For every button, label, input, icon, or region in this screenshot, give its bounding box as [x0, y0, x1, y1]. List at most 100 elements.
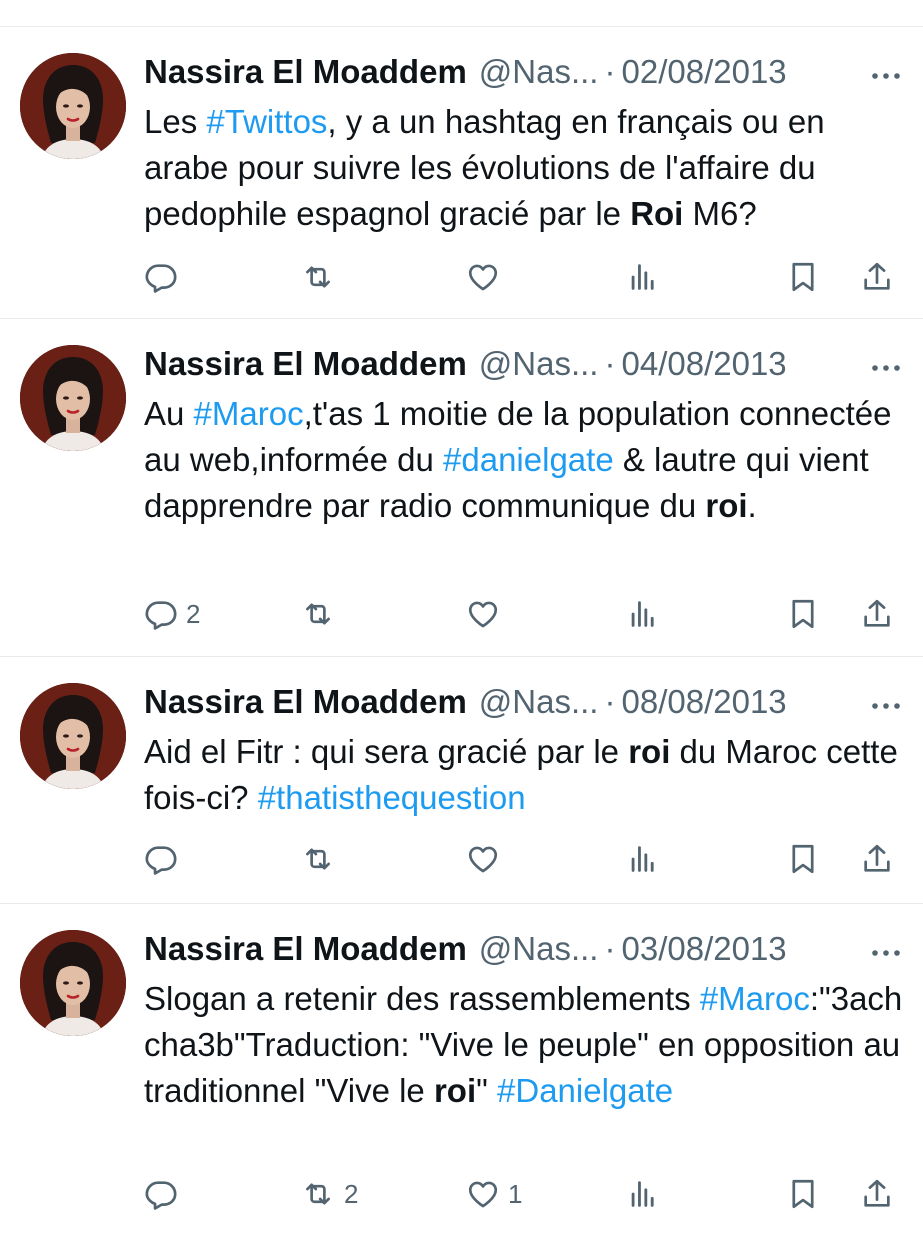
- hashtag-link[interactable]: #Maroc: [700, 980, 810, 1017]
- tweet[interactable]: Nassira El Moaddem @Nas... · 03/08/2013 …: [0, 904, 923, 1234]
- tweet-actions: [144, 837, 904, 881]
- author-handle[interactable]: @Nas...: [479, 53, 599, 91]
- views-icon: [626, 260, 660, 294]
- author-name[interactable]: Nassira El Moaddem: [144, 930, 467, 968]
- views-button[interactable]: [626, 1172, 660, 1216]
- reply-button[interactable]: [144, 1172, 186, 1216]
- reply-button[interactable]: 2: [144, 592, 200, 636]
- retweet-button[interactable]: [300, 255, 344, 299]
- tweet-text-segment: .: [747, 487, 757, 524]
- views-button[interactable]: [626, 837, 660, 881]
- tweet-text-segment: M6?: [683, 195, 757, 232]
- separator-dot: ·: [604, 683, 616, 720]
- separator-dot: ·: [604, 345, 616, 382]
- share-icon: [860, 842, 894, 876]
- hashtag-link[interactable]: #Maroc: [194, 395, 304, 432]
- like-icon: [466, 842, 500, 876]
- bookmark-button[interactable]: [786, 592, 820, 636]
- more-icon[interactable]: [868, 59, 904, 85]
- avatar[interactable]: [20, 683, 126, 789]
- share-icon: [860, 597, 894, 631]
- bookmark-button[interactable]: [786, 837, 820, 881]
- author-name[interactable]: Nassira El Moaddem: [144, 683, 467, 721]
- tweet-date[interactable]: 03/08/2013: [621, 930, 786, 968]
- tweet[interactable]: Nassira El Moaddem @Nas... · 02/08/2013 …: [0, 27, 923, 319]
- hashtag-link[interactable]: #Twittos: [206, 103, 327, 140]
- tweet-header: Nassira El Moaddem @Nas... · 02/08/2013: [144, 49, 904, 95]
- tweet[interactable]: Nassira El Moaddem @Nas... · 04/08/2013 …: [0, 319, 923, 657]
- bookmark-icon: [786, 597, 820, 631]
- tweet-actions: 2: [144, 592, 904, 636]
- author-name[interactable]: Nassira El Moaddem: [144, 345, 467, 383]
- author-name[interactable]: Nassira El Moaddem: [144, 53, 467, 91]
- tweet-text-segment: ": [476, 1072, 498, 1109]
- hashtag-link[interactable]: #thatisthequestion: [258, 779, 526, 816]
- tweet-text: Au #Maroc,t'as 1 moitie de la population…: [144, 391, 904, 529]
- highlighted-word: roi: [433, 1072, 477, 1109]
- retweet-icon: [300, 260, 336, 294]
- tweet-header: Nassira El Moaddem @Nas... · 08/08/2013: [144, 679, 904, 725]
- tweet-text: Slogan a retenir des rassemblements #Mar…: [144, 976, 904, 1114]
- tweet-text-segment: Au: [144, 395, 194, 432]
- avatar[interactable]: [20, 53, 126, 159]
- like-icon: [466, 1177, 500, 1211]
- highlighted-word: roi: [628, 733, 671, 770]
- tweet-date[interactable]: 08/08/2013: [621, 683, 786, 721]
- tweet-text-segment: Slogan a retenir des rassemblements: [144, 980, 700, 1017]
- hashtag-link[interactable]: #danielgate: [443, 441, 614, 478]
- tweet-date[interactable]: 02/08/2013: [621, 53, 786, 91]
- author-handle[interactable]: @Nas...: [479, 345, 599, 383]
- author-handle[interactable]: @Nas...: [479, 683, 599, 721]
- avatar[interactable]: [20, 930, 126, 1036]
- views-icon: [626, 597, 660, 631]
- retweet-icon: [300, 1177, 336, 1211]
- reply-icon: [144, 842, 178, 876]
- share-button[interactable]: [860, 592, 894, 636]
- retweet-button[interactable]: [300, 592, 344, 636]
- reply-button[interactable]: [144, 255, 186, 299]
- views-button[interactable]: [626, 255, 660, 299]
- more-icon[interactable]: [868, 351, 904, 377]
- reply-count: 2: [186, 598, 201, 629]
- tweet-text: Les #Twittos, y a un hashtag en français…: [144, 99, 904, 237]
- share-icon: [860, 1177, 894, 1211]
- bookmark-icon: [786, 842, 820, 876]
- tweet-header: Nassira El Moaddem @Nas... · 04/08/2013: [144, 341, 904, 387]
- like-icon: [466, 597, 500, 631]
- bookmark-button[interactable]: [786, 255, 820, 299]
- tweet-actions: 2 1: [144, 1172, 904, 1216]
- more-icon[interactable]: [868, 936, 904, 962]
- hashtag-link[interactable]: #Danielgate: [497, 1072, 673, 1109]
- tweet-date[interactable]: 04/08/2013: [621, 345, 786, 383]
- like-count: 1: [508, 1178, 523, 1209]
- reply-icon: [144, 597, 178, 631]
- more-icon[interactable]: [868, 689, 904, 715]
- share-button[interactable]: [860, 837, 894, 881]
- views-button[interactable]: [626, 592, 660, 636]
- like-button[interactable]: [466, 592, 508, 636]
- retweet-icon: [300, 597, 336, 631]
- tweet-header: Nassira El Moaddem @Nas... · 03/08/2013: [144, 926, 904, 972]
- views-icon: [626, 842, 660, 876]
- highlighted-word: roi: [705, 487, 748, 524]
- bookmark-button[interactable]: [786, 1172, 820, 1216]
- avatar[interactable]: [20, 345, 126, 451]
- tweet[interactable]: Nassira El Moaddem @Nas... · 08/08/2013 …: [0, 657, 923, 904]
- separator-dot: ·: [604, 930, 616, 967]
- share-icon: [860, 260, 894, 294]
- reply-icon: [144, 260, 178, 294]
- retweet-button[interactable]: 2: [300, 1172, 358, 1216]
- reply-button[interactable]: [144, 837, 186, 881]
- like-button[interactable]: [466, 255, 508, 299]
- author-handle[interactable]: @Nas...: [479, 930, 599, 968]
- retweet-button[interactable]: [300, 837, 344, 881]
- share-button[interactable]: [860, 255, 894, 299]
- highlighted-word: Roi: [630, 195, 684, 232]
- share-button[interactable]: [860, 1172, 894, 1216]
- bookmark-icon: [786, 1177, 820, 1211]
- like-button[interactable]: 1: [466, 1172, 522, 1216]
- like-button[interactable]: [466, 837, 508, 881]
- tweet-actions: [144, 255, 904, 299]
- retweet-icon: [300, 842, 336, 876]
- tweet-feed: Nassira El Moaddem @Nas... · 02/08/2013 …: [0, 27, 923, 1234]
